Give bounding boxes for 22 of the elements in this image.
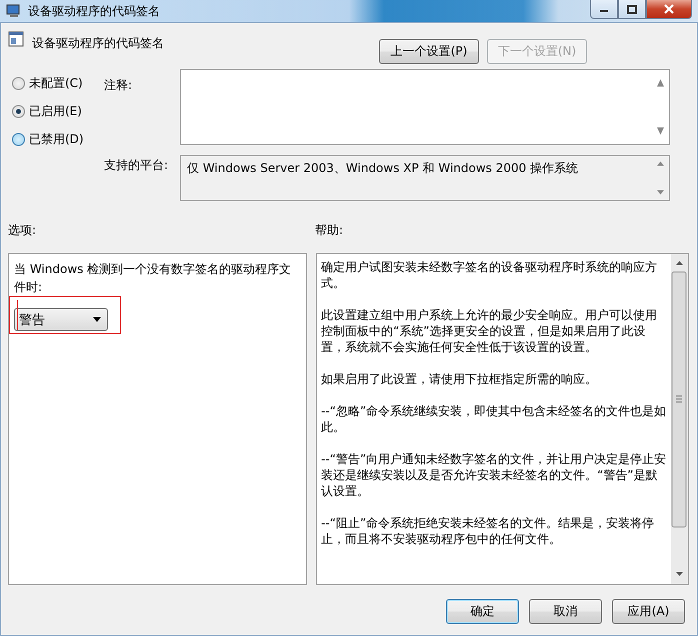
platform-text: 仅 Windows Server 2003、Windows XP 和 Windows 2000 操作系统 bbox=[186, 160, 580, 177]
apply-button[interactable]: 应用(A) bbox=[612, 599, 685, 624]
ok-button[interactable]: 确定 bbox=[446, 599, 519, 624]
dropdown[interactable]: 警告 bbox=[14, 308, 108, 331]
radio-label: 已禁用(D) bbox=[29, 130, 84, 148]
help-paragraph: --“警告”向用户通知未经数字签名的文件，并让用户决定是停止安装还是继续安装以及是否允许安装未经签名的文件。“警告”是默认设置。 bbox=[321, 451, 668, 499]
help-paragraph: --“阻止”命令系统拒绝安装未经签名的文件。结果是，安装将停止，而且将不安装驱动程序包中的任何文件。 bbox=[321, 515, 656, 547]
options-prompt: 当 Windows 检测到一个没有数字签名的驱动程序文件时: bbox=[14, 261, 292, 296]
cancel-button[interactable]: 取消 bbox=[529, 599, 602, 624]
help-paragraph: 此设置建立组中用户系统上允许的最少安全响应。用户可以使用控制面板中的“系统”选择更安全的设置，但是如果启用了此设置，系统就不会实施任何安全性低于该设置的设置。 bbox=[321, 307, 658, 355]
comment-label: 注释: bbox=[104, 77, 134, 94]
help-paragraph: 如果启用了此设置，请使用下拉框指定所需的响应。 bbox=[321, 371, 598, 387]
help-paragraph: --“忽略”命令系统继续安装，即使其中包含未经签名的文件也是如此。 bbox=[321, 403, 668, 435]
help-paragraph: 确定用户试图安装未经数字签名的设备驱动程序时系统的响应方式。 bbox=[321, 259, 658, 291]
window-title: 设备驱动程序的代码签名 bbox=[28, 2, 160, 20]
help-heading: 帮助: bbox=[315, 222, 344, 238]
previous-setting-button[interactable]: 上一个设置(P) bbox=[379, 39, 479, 64]
radio-label: 已启用(E) bbox=[29, 102, 82, 120]
setting-title: 设备驱动程序的代码签名 bbox=[32, 35, 164, 52]
platform-label: 支持的平台: bbox=[104, 157, 170, 174]
options-heading: 选项: bbox=[8, 222, 38, 238]
radio-label: 未配置(C) bbox=[29, 74, 83, 92]
